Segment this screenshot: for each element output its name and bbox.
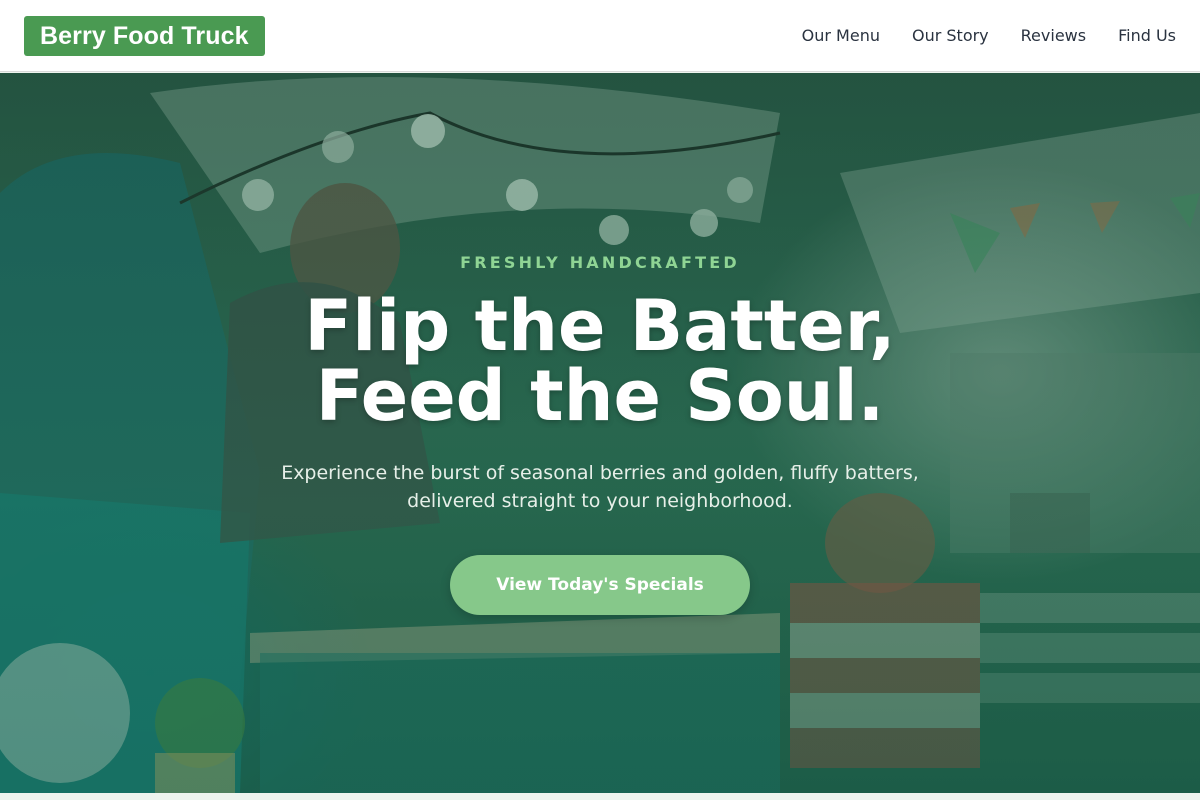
hero-section: FRESHLY HANDCRAFTED Flip the Batter, Fee… bbox=[0, 73, 1200, 793]
hero-eyebrow: FRESHLY HANDCRAFTED bbox=[460, 253, 740, 272]
hero-headline: Flip the Batter, Feed the Soul. bbox=[0, 291, 1200, 431]
nav-link-our-story[interactable]: Our Story bbox=[912, 26, 989, 45]
view-specials-button[interactable]: View Today's Specials bbox=[450, 555, 750, 615]
nav-link-reviews[interactable]: Reviews bbox=[1021, 26, 1086, 45]
hero-headline-line-2: Feed the Soul. bbox=[315, 355, 885, 437]
hero-subtext: Experience the burst of seasonal berries… bbox=[0, 459, 1200, 515]
hero-subtext-line-1: Experience the burst of seasonal berries… bbox=[281, 462, 919, 484]
hero-subtext-line-2: delivered straight to your neighborhood. bbox=[407, 490, 793, 512]
hero-headline-line-1: Flip the Batter, bbox=[304, 285, 896, 367]
site-header: Berry Food Truck Our Menu Our Story Revi… bbox=[0, 0, 1200, 72]
main-nav: Our Menu Our Story Reviews Find Us bbox=[770, 26, 1176, 45]
page-bottom-strip bbox=[0, 793, 1200, 800]
hero-content: FRESHLY HANDCRAFTED Flip the Batter, Fee… bbox=[0, 73, 1200, 793]
brand-logo[interactable]: Berry Food Truck bbox=[24, 15, 265, 56]
nav-link-our-menu[interactable]: Our Menu bbox=[802, 26, 880, 45]
nav-link-find-us[interactable]: Find Us bbox=[1118, 26, 1176, 45]
